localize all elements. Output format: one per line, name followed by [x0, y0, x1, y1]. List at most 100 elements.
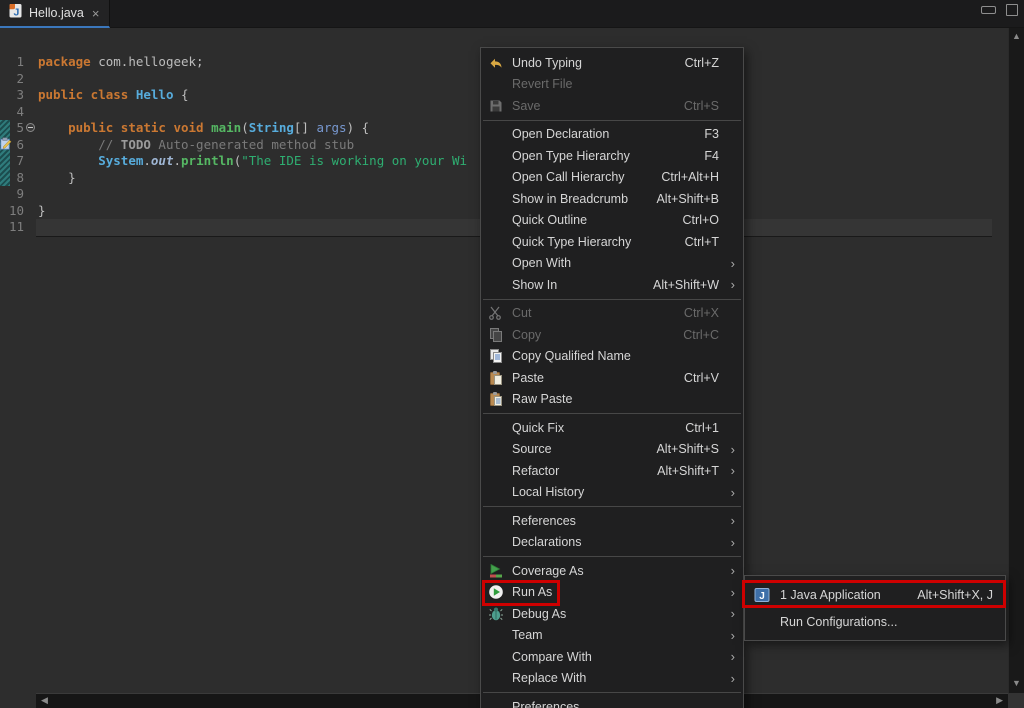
line-number[interactable]: 7 [0, 153, 24, 170]
menu-item-open-declaration[interactable]: Open DeclarationF3 [481, 124, 743, 146]
line-number[interactable]: 1 [0, 54, 24, 71]
menu-item-refactor[interactable]: RefactorAlt+Shift+T› [481, 460, 743, 482]
undo-icon [486, 55, 506, 71]
submenu-item-label: 1 Java Application [780, 588, 917, 602]
copy-icon [486, 327, 506, 343]
menu-item-label: Open Declaration [512, 127, 704, 141]
fold-margin [24, 203, 38, 220]
no-icon [486, 148, 506, 164]
menu-item-show-in[interactable]: Show InAlt+Shift+W› [481, 274, 743, 296]
code-token: TODO [121, 137, 151, 152]
scroll-right-icon[interactable]: ▶ [996, 695, 1003, 706]
menu-item-shortcut: Ctrl+O [683, 213, 719, 227]
no-icon [486, 513, 506, 529]
menu-item-shortcut: F3 [704, 127, 719, 141]
submenu-arrow-icon: › [723, 650, 735, 663]
menu-item-shortcut: Ctrl+T [685, 235, 719, 249]
submenu-item-run-configurations[interactable]: Run Configurations... [745, 608, 1005, 635]
line-number[interactable]: 2 [0, 71, 24, 88]
menu-separator [483, 413, 741, 414]
svg-text:J: J [759, 591, 765, 602]
menu-item-label: Preferences... [512, 700, 719, 708]
vertical-scrollbar[interactable]: ▲ ▼ [1008, 28, 1024, 708]
menu-item-run-as[interactable]: Run As› [481, 582, 743, 604]
submenu-arrow-icon: › [723, 586, 735, 599]
fold-margin [24, 137, 38, 154]
submenu-item-1-java-application[interactable]: J1 Java ApplicationAlt+Shift+X, J [745, 581, 1005, 608]
scroll-left-icon[interactable]: ◀ [41, 695, 48, 706]
code-token [38, 153, 98, 168]
menu-item-label: Open Type Hierarchy [512, 149, 704, 163]
fold-margin [24, 153, 38, 170]
no-icon [486, 277, 506, 293]
editor-tab-bar: J Hello.java × [0, 0, 1024, 28]
menu-separator [483, 506, 741, 507]
menu-item-local-history[interactable]: Local History› [481, 482, 743, 504]
scroll-down-icon[interactable]: ▼ [1009, 678, 1024, 688]
menu-item-compare-with[interactable]: Compare With› [481, 646, 743, 668]
menu-item-open-call-hierarchy[interactable]: Open Call HierarchyCtrl+Alt+H [481, 167, 743, 189]
line-number[interactable]: 6 [0, 137, 24, 154]
menu-item-raw-paste[interactable]: Raw Paste [481, 389, 743, 411]
menu-item-label: Copy Qualified Name [512, 349, 719, 363]
collapse-icon[interactable] [26, 123, 35, 132]
java-app-icon: J [752, 587, 772, 603]
menu-item-references[interactable]: References› [481, 510, 743, 532]
menu-item-label: Local History [512, 485, 719, 499]
line-number[interactable]: 3 [0, 87, 24, 104]
scroll-up-icon[interactable]: ▲ [1009, 31, 1024, 41]
code-token: println [181, 153, 234, 168]
code-token: . [143, 153, 151, 168]
menu-item-copy-qualified-name[interactable]: Copy Qualified Name [481, 346, 743, 368]
fold-margin [24, 87, 38, 104]
menu-item-label: Coverage As [512, 564, 719, 578]
menu-item-replace-with[interactable]: Replace With› [481, 668, 743, 690]
code-token: { [173, 87, 188, 102]
menu-item-quick-type-hierarchy[interactable]: Quick Type HierarchyCtrl+T [481, 231, 743, 253]
menu-item-label: Quick Fix [512, 421, 685, 435]
menu-item-label: Declarations [512, 535, 719, 549]
submenu-arrow-icon: › [723, 514, 735, 527]
no-icon [486, 255, 506, 271]
no-icon [486, 670, 506, 686]
menu-item-open-with[interactable]: Open With› [481, 253, 743, 275]
menu-item-label: Show In [512, 278, 653, 292]
line-number[interactable]: 10 [0, 203, 24, 220]
code-token: System [98, 153, 143, 168]
menu-item-quick-fix[interactable]: Quick FixCtrl+1 [481, 417, 743, 439]
minimize-icon[interactable] [981, 6, 996, 14]
menu-item-shortcut: F4 [704, 149, 719, 163]
line-number[interactable]: 4 [0, 104, 24, 121]
tab-title: Hello.java [29, 6, 84, 20]
menu-item-label: Quick Type Hierarchy [512, 235, 685, 249]
java-file-icon: J [8, 3, 23, 24]
tab-close-icon[interactable]: × [92, 6, 100, 21]
menu-item-save: SaveCtrl+S [481, 95, 743, 117]
menu-item-shortcut: Ctrl+Z [685, 56, 719, 70]
menu-item-shortcut: Ctrl+C [683, 328, 719, 342]
menu-item-source[interactable]: SourceAlt+Shift+S› [481, 439, 743, 461]
menu-item-open-type-hierarchy[interactable]: Open Type HierarchyF4 [481, 145, 743, 167]
menu-item-team[interactable]: Team› [481, 625, 743, 647]
submenu-arrow-icon: › [723, 443, 735, 456]
copy-qualified-icon [486, 348, 506, 364]
menu-item-declarations[interactable]: Declarations› [481, 532, 743, 554]
tab-hello-java[interactable]: J Hello.java × [0, 0, 110, 28]
menu-item-coverage-as[interactable]: Coverage As› [481, 560, 743, 582]
menu-item-undo-typing[interactable]: Undo TypingCtrl+Z [481, 52, 743, 74]
menu-item-label: Undo Typing [512, 56, 685, 70]
line-number[interactable]: 8 [0, 170, 24, 187]
cut-icon [486, 305, 506, 321]
menu-item-label: Open Call Hierarchy [512, 170, 661, 184]
maximize-icon[interactable] [1006, 4, 1018, 16]
menu-item-preferences[interactable]: Preferences... [481, 696, 743, 708]
line-number[interactable]: 11 [0, 219, 24, 236]
menu-item-debug-as[interactable]: Debug As› [481, 603, 743, 625]
line-number[interactable]: 9 [0, 186, 24, 203]
menu-item-show-in-breadcrumb[interactable]: Show in BreadcrumbAlt+Shift+B [481, 188, 743, 210]
line-number[interactable]: 5 [0, 120, 24, 137]
no-icon [486, 441, 506, 457]
menu-item-paste[interactable]: PasteCtrl+V [481, 367, 743, 389]
code-token: public static void [68, 120, 211, 135]
menu-item-quick-outline[interactable]: Quick OutlineCtrl+O [481, 210, 743, 232]
